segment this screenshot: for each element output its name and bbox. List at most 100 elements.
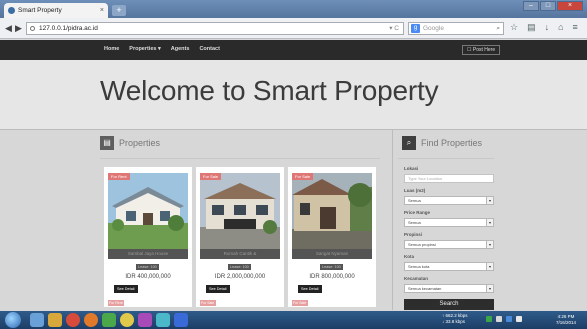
forward-icon[interactable]: ▶ [15, 23, 22, 34]
search-icon: ⌕ [402, 136, 416, 150]
browser-tab[interactable]: Smart Property × [4, 3, 108, 18]
browser-nav-bar: ◀ ▶ 127.0.0.1/pidra.ac.id ▾ C g Google ⌕… [0, 18, 587, 39]
post-here-label: Post Here [472, 47, 496, 53]
bookmark-star-icon[interactable]: ☆ [510, 22, 518, 33]
price-range-select[interactable]: Semua ▾ [404, 218, 494, 227]
minimize-icon[interactable]: – [523, 1, 539, 11]
kota-select[interactable]: Semua kota ▾ [404, 262, 494, 271]
site-menu: Home Properties ▾ Agents Contact [104, 46, 220, 52]
divider [100, 158, 380, 159]
search-placeholder: Google [423, 25, 444, 32]
close-tab-icon[interactable]: × [100, 7, 104, 14]
search-button[interactable]: Search [404, 299, 494, 310]
start-button-icon[interactable] [5, 312, 21, 328]
network-icon[interactable] [506, 316, 512, 322]
tab-title: Smart Property [18, 7, 62, 14]
app-icon[interactable] [138, 313, 152, 327]
property-photo[interactable] [200, 173, 280, 249]
post-here-button[interactable]: ☐ Post Here [462, 45, 501, 55]
kota-value: Semua kota [408, 264, 430, 269]
browser-toolbar: ☆ ▤ ↓ ⌂ ≡ [510, 22, 578, 33]
flag-icon[interactable] [496, 316, 502, 322]
kecamatan-label: Kecamatan [404, 276, 429, 281]
clock[interactable]: 4:26 PM 7/16/2014 [556, 314, 576, 326]
building-icon: ▤ [100, 136, 114, 150]
url-text: 127.0.0.1/pidra.ac.id [39, 25, 98, 32]
column-divider [392, 130, 393, 310]
volume-icon[interactable] [516, 316, 522, 322]
chevron-down-icon: ▾ [486, 219, 493, 226]
page-title: Welcome to Smart Property [100, 75, 439, 106]
status-badge: For Sale [200, 173, 222, 180]
close-window-icon[interactable]: × [557, 1, 583, 11]
site-navbar: Home Properties ▾ Agents Contact ☐ Post … [0, 40, 587, 60]
lease-chip: Lease: 100 [136, 264, 159, 270]
menu-agents[interactable]: Agents [171, 46, 190, 52]
properties-heading: Properties [119, 138, 161, 148]
windows-taskbar: ↑ 662.2 kbps ↓ 33.8 kbps 4:26 PM 7/16/20… [0, 311, 587, 329]
luas-select[interactable]: Semua ▾ [404, 196, 494, 205]
see-detail-button[interactable]: See Detail [114, 285, 138, 293]
status-badge: For Rent [108, 173, 130, 180]
download-value: 33.8 kbps [445, 319, 466, 324]
folder-icon[interactable] [48, 313, 62, 327]
property-price: IDR 2,000,000,000 [214, 274, 266, 280]
chrome-icon[interactable] [120, 313, 134, 327]
explorer-icon[interactable] [30, 313, 44, 327]
clock-date: 7/16/2014 [556, 320, 577, 325]
tray-icon[interactable] [486, 316, 492, 322]
app-icon[interactable] [156, 313, 170, 327]
search-icon[interactable]: ⌕ [496, 23, 500, 34]
location-input[interactable]: Type Your Location [404, 174, 494, 183]
menu-properties-label: Properties [129, 46, 157, 52]
propinsi-value: Semua propinsi [408, 242, 436, 247]
chevron-down-icon: ▾ [486, 241, 493, 248]
property-photo[interactable] [108, 173, 188, 249]
bookmarks-icon[interactable]: ▤ [527, 22, 536, 33]
lokasi-label: Lokasi [404, 166, 419, 171]
reload-icon[interactable]: ▾ C [389, 23, 399, 34]
property-caption: Sangat Nyaman [292, 249, 372, 259]
search-engine-icon[interactable]: g [411, 24, 420, 33]
propinsi-select[interactable]: Semua propinsi ▾ [404, 240, 494, 249]
maximize-icon[interactable]: □ [540, 1, 556, 11]
luas-value: Semua [408, 198, 421, 203]
property-price: IDR 400,000,000 [125, 274, 171, 280]
word-icon[interactable] [174, 313, 188, 327]
property-photo[interactable] [292, 173, 372, 249]
luas-label: Luas (m2) [404, 188, 426, 193]
price-range-value: Semua [408, 220, 421, 225]
properties-header: ▤ Properties [100, 136, 160, 150]
menu-icon[interactable]: ≡ [573, 22, 578, 33]
firefox-icon[interactable] [84, 313, 98, 327]
see-detail-button[interactable]: See Detail [206, 285, 230, 293]
find-heading: Find Properties [421, 138, 483, 148]
menu-home[interactable]: Home [104, 46, 119, 52]
site-info-icon[interactable] [30, 26, 35, 31]
property-card[interactable]: For Sale Sangat Nyaman Lease: 100 IDR 80… [288, 167, 376, 307]
app-icon[interactable] [102, 313, 116, 327]
price-range-label: Price Range [404, 210, 431, 215]
new-tab-button[interactable]: + [112, 5, 126, 16]
download-speed: ↓ 33.8 kbps [442, 319, 466, 324]
divider [398, 158, 494, 159]
property-card[interactable]: For Sale Rumah Cantik & Lease: 100 IDR 2… [196, 167, 284, 307]
chevron-down-icon: ▾ [486, 263, 493, 270]
find-properties-header: ⌕ Find Properties [402, 136, 482, 150]
address-bar[interactable]: 127.0.0.1/pidra.ac.id ▾ C [26, 22, 404, 35]
property-card[interactable]: For Rent Sambal Jaya House Lease: 100 ID… [104, 167, 192, 307]
menu-properties[interactable]: Properties ▾ [129, 46, 161, 52]
menu-contact[interactable]: Contact [199, 46, 219, 52]
download-icon[interactable]: ↓ [545, 22, 550, 33]
kecamatan-select[interactable]: Semua kecamatan ▾ [404, 284, 494, 293]
see-detail-button[interactable]: See Detail [298, 285, 322, 293]
property-caption: Sambal Jaya House [108, 249, 188, 259]
back-icon[interactable]: ◀ [5, 23, 12, 34]
favicon-icon [8, 7, 15, 14]
hero-banner: Welcome to Smart Property [0, 60, 587, 130]
chevron-down-icon: ▾ [486, 197, 493, 204]
home-icon[interactable]: ⌂ [558, 22, 563, 33]
search-bar[interactable]: g Google ⌕ [408, 22, 504, 35]
media-icon[interactable] [66, 313, 80, 327]
chevron-down-icon: ▾ [486, 285, 493, 292]
